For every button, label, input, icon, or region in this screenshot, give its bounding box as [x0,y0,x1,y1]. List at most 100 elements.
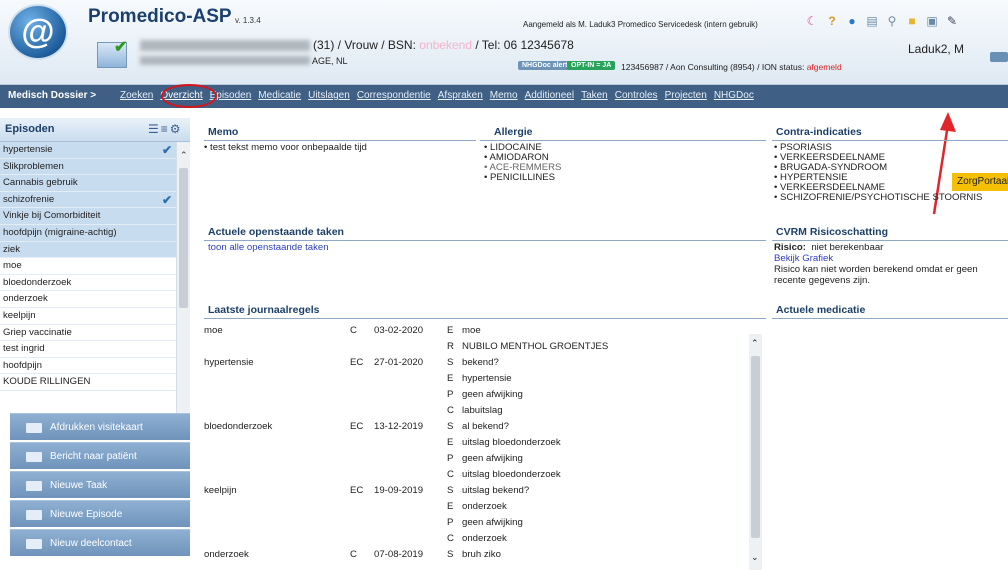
nav-correspondentie[interactable]: Correspondentie [357,90,431,101]
episode-item[interactable]: hoofdpijn [0,358,176,375]
nieuwe-episode-button[interactable]: Nieuwe Episode [10,500,190,527]
allergie-item: • PENICILLINES [484,172,556,183]
globe-icon[interactable]: ● [845,14,859,28]
nieuwe-taak-button[interactable]: Nieuwe Taak [10,471,190,498]
episode-item[interactable]: ziek [0,241,176,259]
journal-row[interactable]: Ehypertensie [204,371,744,386]
episodes-sidebar: Episoden ☰≡⚙ hypertensie ✔ Slikproblemen … [0,118,190,570]
journal-row[interactable]: Euitslag bloedonderzoek [204,435,744,450]
printer-icon[interactable] [990,52,1008,62]
episode-item[interactable]: bloedonderzoek [0,275,176,292]
button-label: Nieuwe Episode [50,509,123,520]
divider [204,318,766,319]
folder-icon[interactable]: ■ [905,14,919,28]
episode-label: bloedonderzoek [3,276,72,288]
journal-row[interactable]: Pgeen afwijking [204,451,744,466]
journal-text: uitslag bekend? [462,485,530,496]
episode-item[interactable]: Cannabis gebruik [0,175,176,192]
redacted-name [140,40,310,51]
episode-item[interactable]: moe [0,258,176,275]
journal-soep: S [447,357,454,368]
bekijk-grafiek-link[interactable]: Bekijk Grafiek [774,253,833,265]
scroll-up-icon[interactable]: ⌃ [751,338,759,349]
journal-row[interactable]: Eonderzoek [204,499,744,514]
help-icon[interactable]: ? [825,14,839,28]
journal-date: 13-12-2019 [374,421,424,432]
settings-icon[interactable]: ⚙ [170,122,183,136]
opt-in-badge: OPT-IN = JA [567,61,616,70]
episode-list: hypertensie ✔ Slikproblemen Cannabis gebr… [0,142,176,426]
journal-soep: C [447,469,454,480]
scroll-up-icon[interactable]: ⌃ [180,150,188,161]
allergie-title: Allergie [494,126,533,138]
journal-soep: E [447,501,454,512]
episode-label: schizofrenie [3,193,55,205]
nav-projecten[interactable]: Projecten [665,90,707,101]
nav-medisch-dossier[interactable]: Medisch Dossier > [8,90,96,101]
menu-icon[interactable]: ≡ [161,122,170,136]
toon-taken-link[interactable]: toon alle openstaande taken [208,242,329,254]
journal-scrollbar[interactable]: ⌃ ⌄ [749,334,762,570]
nav-afspraken[interactable]: Afspraken [438,90,483,101]
nav-controles[interactable]: Controles [615,90,658,101]
episode-item[interactable]: keelpijn [0,308,176,325]
scroll-thumb[interactable] [751,356,760,538]
connection-icon[interactable]: ☾ [805,14,819,28]
journal-row[interactable]: Cuitslag bloedonderzoek [204,467,744,482]
patient-tel: / Tel: 06 12345678 [471,38,574,52]
journal-row[interactable]: hypertensie EC 27-01-2020 Sbekend? [204,355,744,370]
edit-icon[interactable]: ✎ [945,14,959,28]
main-nav: Medisch Dossier > Zoeken Overzicht Episo… [0,85,1008,191]
episode-item[interactable]: Griep vaccinatie [0,325,176,342]
journal-row[interactable]: Pgeen afwijking [204,515,744,530]
episode-item[interactable]: hoofdpijn (migraine-achtig) [0,224,176,242]
episode-item[interactable]: KOUDE RILLINGEN [0,374,176,391]
journal-row[interactable]: Conderzoek [204,531,744,546]
journal-row[interactable]: Clabuitslag [204,403,744,418]
bericht-patient-button[interactable]: Bericht naar patiënt [10,442,190,469]
journal-text: geen afwijking [462,453,523,464]
journal-row[interactable]: moe C 03-02-2020 Emoe [204,323,744,338]
cvrm-risico: Risico: niet berekenbaar [774,242,883,254]
folder-icon [26,481,42,491]
journal-list: moe C 03-02-2020 Emoe R NUBILO MENTHOL GROEN… [196,323,758,570]
episode-item[interactable]: test ingrid [0,341,176,358]
episode-item[interactable]: Slikproblemen [0,158,176,176]
journal-soep: S [447,485,454,496]
journal-text: bekend? [462,357,499,368]
journal-row[interactable]: Pgeen afwijking [204,387,744,402]
list-view-icon[interactable]: ☰ [148,122,161,136]
sidebar-header: Episoden ☰≡⚙ [0,118,190,142]
nav-medicatie[interactable]: Medicatie [258,90,301,101]
promedico-logo[interactable]: @ [8,4,68,60]
nav-nhgdoc[interactable]: NHGDoc [714,90,754,101]
nav-memo[interactable]: Memo [490,90,518,101]
afdrukken-visitekaart-button[interactable]: Afdrukken visitekaart [10,413,190,440]
episode-scrollbar[interactable]: ⌃ ⌄ [176,142,190,426]
journal-row[interactable]: onderzoek C 07-08-2019 Sbruh ziko [204,547,744,562]
episode-item[interactable]: onderzoek [0,291,176,308]
episode-item[interactable]: schizofrenie ✔ [0,191,176,209]
risico-label: Risico: [774,242,806,253]
episode-item[interactable]: Vinkje bij Comorbiditeit [0,208,176,225]
settings-icon[interactable]: ▣ [925,14,939,28]
nieuw-deelcontact-button[interactable]: Nieuw deelcontact [10,529,190,556]
search-icon[interactable]: ⚲ [885,14,899,28]
nhgdoc-alert-badge[interactable]: NHGDoc alert [518,61,572,70]
journal-row[interactable]: bloedonderzoek EC 13-12-2019 Sal bekend? [204,419,744,434]
nav-uitslagen[interactable]: Uitslagen [308,90,350,101]
journal-soep: S [447,421,454,432]
scroll-down-icon[interactable]: ⌄ [751,552,759,563]
memo-title: Memo [208,126,239,138]
document-icon[interactable]: ▤ [865,14,879,28]
episode-label: keelpijn [3,309,36,321]
journal-row[interactable]: R NUBILO MENTHOL GROENTJES [204,339,744,354]
nav-zoeken[interactable]: Zoeken [120,90,153,101]
nav-additioneel[interactable]: Additioneel [525,90,574,101]
divider [204,240,766,241]
nav-taken[interactable]: Taken [581,90,608,101]
scroll-thumb[interactable] [179,168,188,308]
patient-avatar[interactable]: ✔ [97,39,127,68]
journal-row[interactable]: keelpijn EC 19-09-2019 Suitslag bekend? [204,483,744,498]
episode-item[interactable]: hypertensie ✔ [0,142,176,159]
